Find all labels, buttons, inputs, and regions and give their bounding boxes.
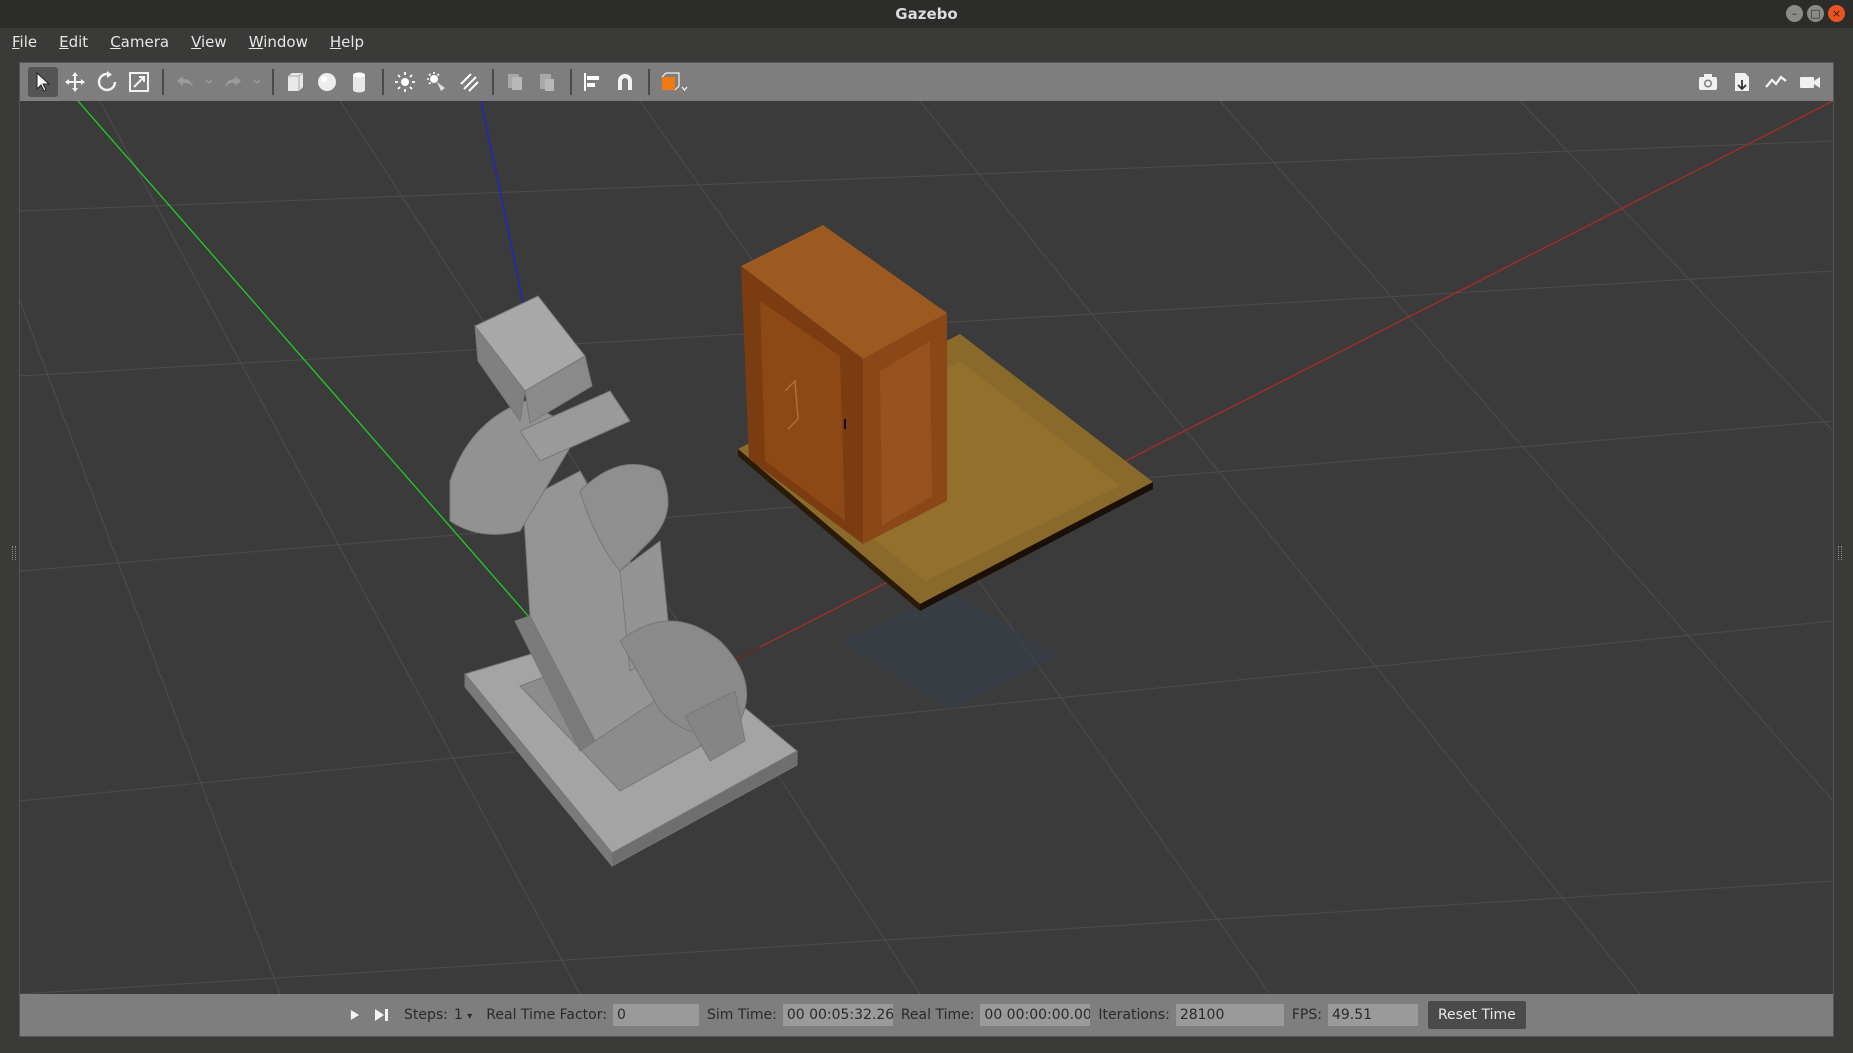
steps-label: Steps: <box>404 1007 448 1023</box>
window-controls: – □ × <box>1786 5 1845 22</box>
snap-icon[interactable] <box>610 67 640 97</box>
toolbar-separator <box>648 69 650 95</box>
select-arrow-icon[interactable] <box>28 67 58 97</box>
toolbar <box>20 63 1833 101</box>
align-icon[interactable] <box>578 67 608 97</box>
menu-window[interactable]: Window <box>249 33 320 51</box>
fps-label: FPS: <box>1291 1007 1322 1023</box>
title-bar: Gazebo – □ × <box>0 0 1853 28</box>
spot-light-icon[interactable] <box>422 67 452 97</box>
undo-icon[interactable] <box>170 67 200 97</box>
menu-view[interactable]: View <box>191 33 239 51</box>
step-icon[interactable] <box>374 1007 390 1023</box>
right-panel-handle[interactable] <box>1838 546 1842 560</box>
toolbar-right-group <box>1693 67 1833 97</box>
menu-edit[interactable]: Edit <box>59 33 100 51</box>
real-time-label: Real Time: <box>900 1007 975 1023</box>
undo-history-chevron-icon[interactable] <box>202 67 216 97</box>
menu-bar: File Edit Camera View Window Help <box>0 28 1853 55</box>
real-time-field: 00 00:00:00.000 <box>980 1004 1091 1026</box>
view-angle-icon[interactable] <box>656 67 692 97</box>
window-title: Gazebo <box>895 5 958 23</box>
cylinder-shape-icon[interactable] <box>344 67 374 97</box>
rotate-icon[interactable] <box>92 67 122 97</box>
play-icon[interactable] <box>350 1008 360 1022</box>
steps-spinbox[interactable]: 1 ▾ <box>454 1007 472 1023</box>
rtf-field: 0 <box>612 1004 699 1026</box>
minimize-button[interactable]: – <box>1786 5 1803 22</box>
reset-time-button[interactable]: Reset Time <box>1427 1001 1526 1029</box>
fps-field: 49.51 <box>1327 1004 1418 1026</box>
iterations-field: 28100 <box>1175 1004 1284 1026</box>
redo-icon[interactable] <box>218 67 248 97</box>
3d-viewport[interactable] <box>20 101 1833 994</box>
simulation-control-bar: Steps: 1 ▾ Real Time Factor: 0 Sim Time:… <box>20 994 1833 1036</box>
record-video-icon[interactable] <box>1795 67 1825 97</box>
scale-icon[interactable] <box>124 67 154 97</box>
maximize-button[interactable]: □ <box>1807 5 1824 22</box>
toolbar-separator <box>570 69 572 95</box>
iterations-label: Iterations: <box>1098 1007 1170 1023</box>
plot-icon[interactable] <box>1761 67 1791 97</box>
main-frame: Steps: 1 ▾ Real Time Factor: 0 Sim Time:… <box>19 62 1834 1037</box>
screenshot-icon[interactable] <box>1693 67 1723 97</box>
toolbar-separator <box>492 69 494 95</box>
menu-file[interactable]: File <box>12 33 49 51</box>
paste-icon[interactable] <box>532 67 562 97</box>
redo-history-chevron-icon[interactable] <box>250 67 264 97</box>
directional-light-icon[interactable] <box>454 67 484 97</box>
translate-icon[interactable] <box>60 67 90 97</box>
scene-canvas[interactable] <box>20 101 1833 994</box>
sphere-shape-icon[interactable] <box>312 67 342 97</box>
toolbar-separator <box>162 69 164 95</box>
menu-camera[interactable]: Camera <box>110 33 181 51</box>
box-shape-icon[interactable] <box>280 67 310 97</box>
menu-help[interactable]: Help <box>330 33 376 51</box>
copy-icon[interactable] <box>500 67 530 97</box>
gazebo-window: Gazebo – □ × File Edit Camera View Windo… <box>0 0 1853 1053</box>
toolbar-separator <box>272 69 274 95</box>
point-light-icon[interactable] <box>390 67 420 97</box>
log-icon[interactable] <box>1727 67 1757 97</box>
left-panel-handle[interactable] <box>12 546 16 560</box>
close-button[interactable]: × <box>1828 5 1845 22</box>
rtf-label: Real Time Factor: <box>486 1007 607 1023</box>
toolbar-separator <box>382 69 384 95</box>
sim-time-field: 00 00:05:32.268 <box>782 1004 893 1026</box>
sim-time-label: Sim Time: <box>706 1007 777 1023</box>
